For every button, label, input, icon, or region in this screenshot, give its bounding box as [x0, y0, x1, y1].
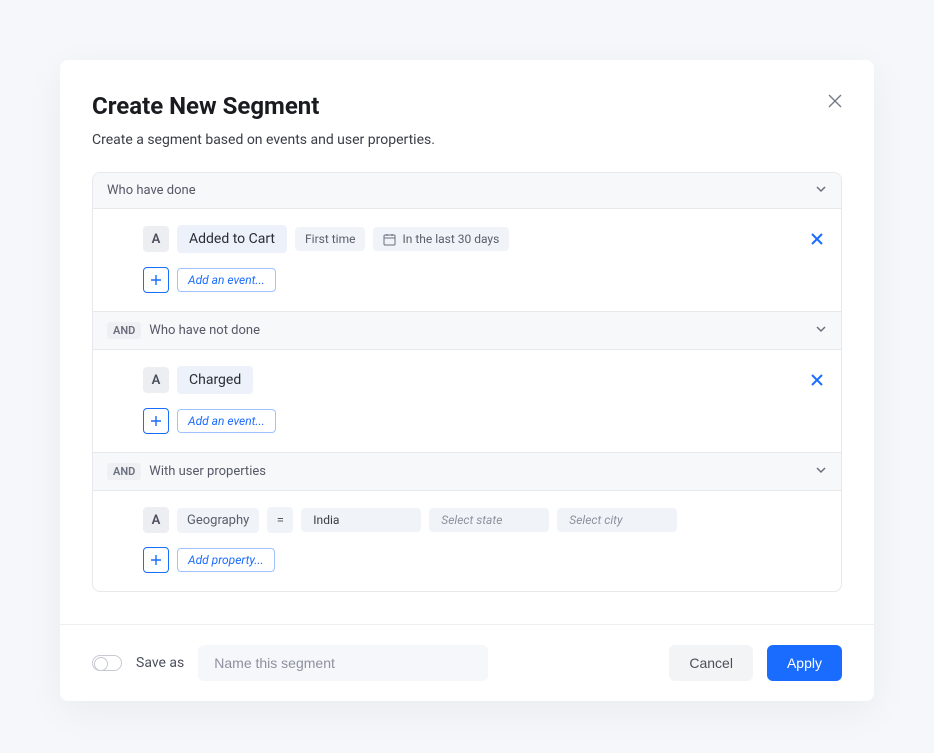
- section-body-props: A Geography = India Select state Select …: [93, 491, 841, 591]
- letter-badge: A: [143, 367, 169, 393]
- add-event-link[interactable]: Add an event...: [177, 409, 276, 433]
- plus-icon: [150, 554, 162, 566]
- modal-title: Create New Segment: [92, 92, 842, 120]
- chevron-down-icon: [815, 323, 827, 339]
- modal-footer: Save as Cancel Apply: [60, 624, 874, 701]
- section-title-props: With user properties: [149, 464, 266, 479]
- property-row: A Geography = India Select state Select …: [143, 507, 827, 533]
- and-badge: AND: [107, 463, 141, 480]
- section-body-notdone: A Charged Add an event...: [93, 350, 841, 453]
- event-chip[interactable]: Charged: [177, 366, 253, 394]
- qualifier-chip[interactable]: First time: [295, 227, 365, 251]
- apply-button[interactable]: Apply: [767, 645, 842, 681]
- close-icon: [828, 94, 842, 108]
- add-button[interactable]: [143, 547, 169, 573]
- letter-badge: A: [143, 226, 169, 252]
- value-chip[interactable]: India: [301, 508, 421, 532]
- chevron-down-icon: [815, 183, 827, 199]
- city-select[interactable]: Select city: [557, 508, 677, 532]
- calendar-icon: [383, 233, 396, 246]
- chevron-down-icon: [815, 464, 827, 480]
- add-button[interactable]: [143, 408, 169, 434]
- add-event-link[interactable]: Add an event...: [177, 268, 276, 292]
- section-title-done: Who have done: [107, 183, 196, 198]
- operator-chip[interactable]: =: [267, 507, 293, 533]
- section-body-done: A Added to Cart First time In the last 3…: [93, 209, 841, 312]
- plus-icon: [150, 274, 162, 286]
- rules-container: Who have done A Added to Cart First time…: [92, 172, 842, 592]
- timeframe-text: In the last 30 days: [402, 232, 499, 246]
- section-header-notdone[interactable]: AND Who have not done: [93, 312, 841, 350]
- add-property-link[interactable]: Add property...: [177, 548, 275, 572]
- section-title-notdone: Who have not done: [149, 323, 260, 338]
- add-button[interactable]: [143, 267, 169, 293]
- section-header-done[interactable]: Who have done: [93, 173, 841, 209]
- add-event-row-notdone: Add an event...: [143, 408, 827, 434]
- modal-header: Create New Segment Create a segment base…: [60, 60, 874, 172]
- close-button[interactable]: [828, 94, 842, 108]
- save-as-toggle[interactable]: [92, 655, 122, 671]
- add-event-row-done: Add an event...: [143, 267, 827, 293]
- event-row-done: A Added to Cart First time In the last 3…: [143, 225, 827, 253]
- state-select[interactable]: Select state: [429, 508, 549, 532]
- letter-badge: A: [143, 507, 169, 533]
- property-chip[interactable]: Geography: [177, 508, 259, 533]
- cancel-button[interactable]: Cancel: [669, 645, 753, 681]
- save-as-label: Save as: [136, 655, 184, 671]
- event-chip[interactable]: Added to Cart: [177, 225, 287, 253]
- close-icon: [811, 374, 823, 386]
- segment-name-input[interactable]: [198, 645, 488, 681]
- section-header-props[interactable]: AND With user properties: [93, 453, 841, 491]
- and-badge: AND: [107, 322, 141, 339]
- create-segment-modal: Create New Segment Create a segment base…: [60, 60, 874, 701]
- add-property-row: Add property...: [143, 547, 827, 573]
- modal-subtitle: Create a segment based on events and use…: [92, 132, 842, 148]
- timeframe-chip[interactable]: In the last 30 days: [373, 227, 509, 251]
- delete-event-button[interactable]: [807, 229, 827, 249]
- close-icon: [811, 233, 823, 245]
- event-row-notdone: A Charged: [143, 366, 827, 394]
- plus-icon: [150, 415, 162, 427]
- delete-event-button[interactable]: [807, 370, 827, 390]
